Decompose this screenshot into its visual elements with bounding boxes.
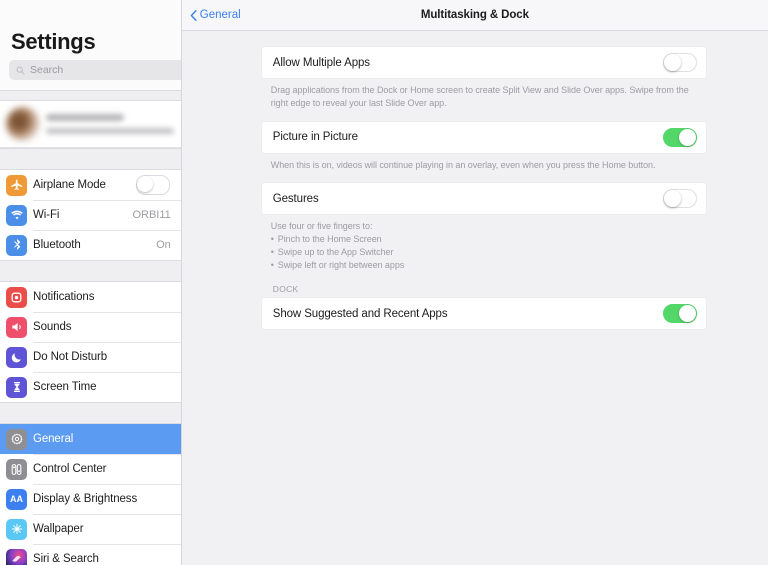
search-icon — [16, 66, 25, 75]
sidebar-item-label: General — [33, 433, 74, 445]
gestures-toggle[interactable] — [663, 189, 697, 209]
section-footer: Use four or five fingers to: Pinch to th… — [262, 214, 706, 271]
sidebar-item-bluetooth[interactable]: Bluetooth On — [0, 230, 181, 260]
row-allow-multiple-apps[interactable]: Allow Multiple Apps — [261, 47, 706, 78]
sidebar-divider — [0, 402, 181, 424]
sidebar-item-label: Wi-Fi — [33, 209, 60, 221]
footer-lead: Drag applications from the Dock or Home … — [270, 85, 689, 108]
sidebar-item-wifi[interactable]: Wi-Fi ORBI11 — [0, 200, 181, 230]
footer-bullet: Swipe up to the App Switcher — [271, 246, 704, 259]
wallpaper-icon — [6, 518, 27, 540]
toggle-knob — [664, 190, 681, 208]
sidebar-item-sounds[interactable]: Sounds — [0, 312, 181, 342]
bluetooth-state-value: On — [156, 239, 171, 251]
dock-section-header: DOCK — [272, 284, 299, 295]
row-label: Picture in Picture — [272, 131, 358, 144]
siri-icon — [6, 548, 27, 565]
sidebar-item-label: Bluetooth — [33, 239, 81, 251]
section-picture-in-picture: Picture in Picture When this is on, vide… — [261, 121, 706, 172]
sidebar-item-notifications[interactable]: Notifications — [0, 282, 181, 312]
account-subtitle-redacted — [46, 128, 174, 134]
section-dock: DOCK Show Suggested and Recent Apps — [261, 271, 706, 330]
allow-multiple-apps-toggle[interactable] — [663, 53, 697, 72]
row-gestures[interactable]: Gestures — [261, 183, 706, 215]
sidebar-item-control-center[interactable]: Control Center — [0, 454, 181, 484]
toggle-knob — [664, 54, 681, 71]
hourglass-icon — [6, 376, 27, 398]
row-show-suggested-and-recent-apps[interactable]: Show Suggested and Recent Apps — [261, 298, 706, 330]
sidebar-item-wallpaper[interactable]: Wallpaper — [0, 514, 181, 544]
sidebar-group-connectivity: Airplane Mode Wi-Fi ORBI11 Bluetooth On — [0, 170, 181, 260]
row-label: Allow Multiple Apps — [272, 56, 370, 69]
sidebar-divider — [0, 148, 181, 170]
notifications-icon — [6, 286, 27, 308]
picture-in-picture-toggle[interactable] — [663, 127, 697, 147]
sidebar-item-screen-time[interactable]: Screen Time — [0, 372, 181, 402]
settings-window: Settings Search Airplane Mode Wi-Fi ORBI… — [0, 0, 768, 565]
section-footer: Drag applications from the Dock or Home … — [262, 78, 706, 110]
sidebar-item-airplane-mode[interactable]: Airplane Mode — [0, 170, 181, 200]
footer-bullet: Swipe left or right between apps — [271, 259, 704, 272]
settings-sidebar: Settings Search Airplane Mode Wi-Fi ORBI… — [0, 0, 182, 565]
sidebar-item-siri-search[interactable]: Siri & Search — [0, 544, 181, 565]
sidebar-item-display-brightness[interactable]: AA Display & Brightness — [0, 484, 181, 514]
sidebar-item-label: Do Not Disturb — [33, 351, 108, 363]
settings-content: Allow Multiple Apps Drag applications fr… — [182, 31, 768, 330]
moon-icon — [6, 346, 27, 368]
sidebar-divider — [0, 260, 181, 282]
sidebar-divider — [0, 90, 181, 101]
search-input[interactable]: Search — [9, 60, 181, 80]
page-title: Settings — [11, 29, 96, 54]
sidebar-item-do-not-disturb[interactable]: Do Not Disturb — [0, 342, 181, 372]
row-label: Show Suggested and Recent Apps — [272, 307, 448, 320]
section-gestures: Gestures Use four or five fingers to: Pi… — [261, 183, 706, 271]
toggle-knob — [679, 305, 696, 323]
sidebar-item-label: Airplane Mode — [33, 179, 106, 191]
sidebar-item-label: Sounds — [33, 321, 72, 333]
section-allow-multiple-apps: Allow Multiple Apps Drag applications fr… — [261, 47, 706, 110]
detail-pane: General Multitasking & Dock Allow Multip… — [181, 0, 768, 565]
airplane-mode-toggle[interactable] — [135, 175, 170, 195]
nav-title: Multitasking & Dock — [420, 9, 529, 21]
toggle-knob — [136, 176, 153, 192]
sidebar-item-label: Notifications — [33, 291, 95, 303]
footer-lead: When this is on, videos will continue pl… — [270, 159, 656, 170]
sidebar-group-alerts: Notifications Sounds Do Not Disturb Scre… — [0, 282, 181, 402]
sounds-icon — [6, 316, 27, 338]
row-picture-in-picture[interactable]: Picture in Picture — [261, 121, 706, 153]
row-label: Gestures — [272, 192, 319, 205]
gear-icon — [6, 428, 27, 450]
wifi-network-value: ORBI11 — [132, 209, 171, 221]
account-row[interactable] — [0, 101, 181, 148]
airplane-icon — [6, 174, 27, 196]
bluetooth-icon — [6, 234, 27, 256]
sidebar-item-label: Control Center — [33, 463, 107, 475]
sidebar-item-label: Screen Time — [33, 381, 97, 393]
footer-bullet: Pinch to the Home Screen — [271, 233, 704, 246]
display-brightness-icon: AA — [6, 488, 27, 510]
show-suggested-recent-apps-toggle[interactable] — [663, 304, 697, 324]
sidebar-item-label: Display & Brightness — [33, 493, 138, 505]
account-name-redacted — [46, 114, 124, 121]
control-center-icon — [6, 458, 27, 480]
wifi-icon — [6, 204, 27, 226]
sidebar-item-label: Siri & Search — [33, 553, 99, 565]
sidebar-item-general[interactable]: General — [0, 424, 181, 454]
sidebar-header: Settings Search — [0, 0, 181, 90]
navigation-bar: General Multitasking & Dock — [181, 0, 768, 31]
search-placeholder: Search — [30, 63, 64, 76]
section-footer: When this is on, videos will continue pl… — [262, 153, 706, 172]
avatar — [6, 107, 40, 141]
sidebar-group-system: General Control Center AA Display & Brig… — [0, 424, 181, 565]
sidebar-item-label: Wallpaper — [33, 523, 84, 535]
footer-lead: Use four or five fingers to: — [270, 221, 373, 232]
toggle-knob — [679, 128, 696, 146]
